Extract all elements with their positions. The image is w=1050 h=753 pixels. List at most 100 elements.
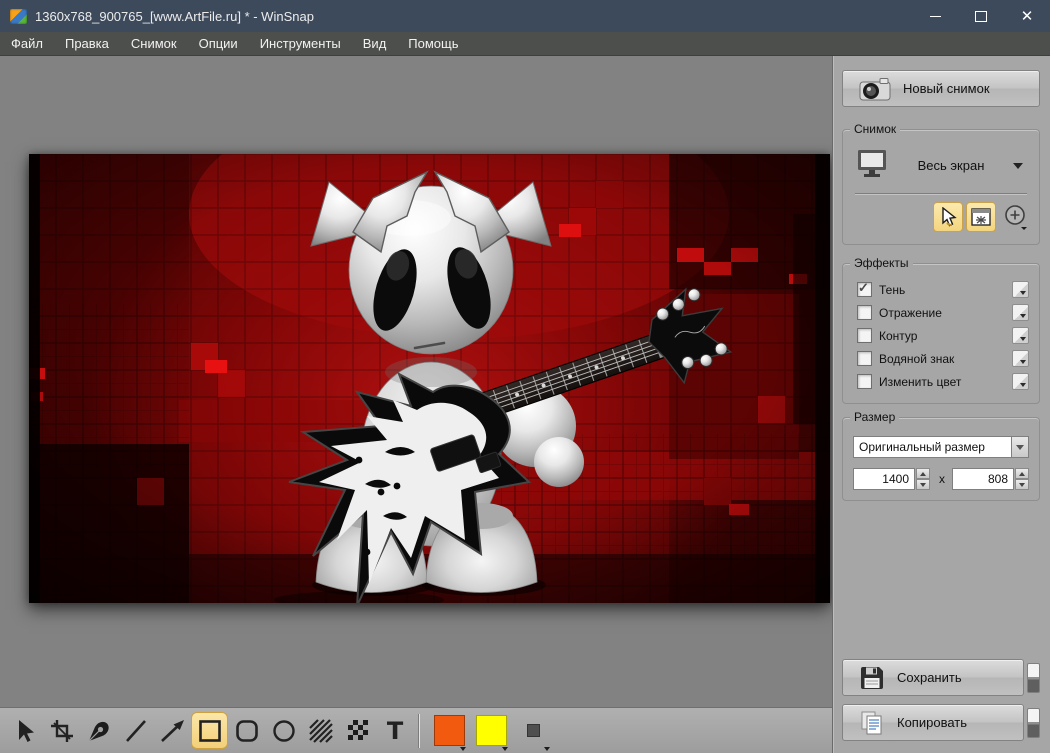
svg-text:T: T (386, 718, 403, 744)
minimize-button[interactable] (912, 0, 958, 32)
rounded-rectangle-tool[interactable] (228, 712, 265, 749)
arrow-icon (159, 718, 187, 744)
size-preset-value: Оригинальный размер (853, 436, 1012, 458)
new-snapshot-button[interactable]: Новый снимок (842, 70, 1040, 107)
shadow-checkbox[interactable] (857, 282, 872, 297)
height-stepper[interactable] (1015, 468, 1029, 490)
winsnap-window: 1360x768_900765_[www.ArtFile.ru] * - Win… (0, 0, 1050, 753)
window-icon (971, 208, 991, 226)
save-label: Сохранить (897, 670, 962, 685)
primary-color-picker[interactable] (431, 711, 467, 751)
menu-edit[interactable]: Правка (54, 34, 120, 53)
close-button[interactable]: ✕ (1004, 0, 1050, 32)
text-icon: T (382, 718, 408, 744)
menu-tools[interactable]: Инструменты (249, 34, 352, 53)
select-tool[interactable] (6, 712, 43, 749)
size-group: Размер Оригинальный размер x (842, 417, 1040, 501)
menu-view[interactable]: Вид (352, 34, 398, 53)
capture-cursor-toggle[interactable] (933, 202, 963, 232)
size-preset-dropdown-button[interactable] (1012, 436, 1029, 458)
menu-file[interactable]: Файл (0, 34, 54, 53)
hatch-tool[interactable] (302, 712, 339, 749)
ellipse-icon (271, 718, 297, 744)
width-stepper[interactable] (916, 468, 930, 490)
watermark-settings-button[interactable] (1012, 350, 1029, 367)
colorize-checkbox[interactable] (857, 374, 872, 389)
stroke-size-swatch (527, 724, 540, 737)
capture-mode-dropdown[interactable]: Весь экран (851, 144, 1031, 193)
pen-icon (86, 718, 112, 744)
maximize-button[interactable] (958, 0, 1004, 32)
secondary-color-swatch (476, 715, 507, 746)
effects-group: Эффекты Тень Отражение Контур (842, 263, 1040, 404)
effect-row-outline: Контур (851, 324, 1031, 347)
capture-zoom-button[interactable] (1003, 204, 1029, 230)
save-options-button[interactable] (1027, 663, 1040, 693)
size-preset-combo[interactable]: Оригинальный размер (853, 436, 1029, 458)
window-title: 1360x768_900765_[www.ArtFile.ru] * - Win… (35, 9, 912, 24)
minimize-icon (930, 16, 941, 17)
effect-row-colorize: Изменить цвет (851, 370, 1031, 393)
spin-up-icon (1019, 472, 1025, 476)
copy-options-button[interactable] (1027, 708, 1040, 738)
pen-tool[interactable] (80, 712, 117, 749)
height-input[interactable] (952, 468, 1014, 490)
stroke-size-picker[interactable] (515, 711, 551, 751)
work-area: T (0, 56, 833, 753)
colorize-settings-button[interactable] (1012, 373, 1029, 390)
capture-window-toggle[interactable] (966, 202, 996, 232)
drawing-toolbar: T (0, 707, 832, 753)
reflection-settings-button[interactable] (1012, 304, 1029, 321)
line-tool[interactable] (117, 712, 154, 749)
copy-icon (859, 710, 885, 736)
sidebar: Новый снимок Снимок Весь экран (833, 56, 1050, 753)
menu-help[interactable]: Помощь (397, 34, 469, 53)
watermark-checkbox[interactable] (857, 351, 872, 366)
app-icon (10, 9, 27, 24)
primary-color-dropdown-icon (460, 747, 466, 751)
crop-icon (49, 718, 75, 744)
primary-color-swatch (434, 715, 465, 746)
copy-button[interactable]: Копировать (842, 704, 1024, 741)
outline-settings-button[interactable] (1012, 327, 1029, 344)
text-tool[interactable]: T (376, 712, 413, 749)
pixelate-tool[interactable] (339, 712, 376, 749)
watermark-label: Водяной знак (879, 352, 1012, 366)
colorize-label: Изменить цвет (879, 375, 1012, 389)
monitor-icon (855, 148, 889, 183)
save-icon (859, 665, 885, 691)
spin-down-icon (1019, 483, 1025, 487)
artwork (29, 154, 830, 603)
effect-row-watermark: Водяной знак (851, 347, 1031, 370)
save-button[interactable]: Сохранить (842, 659, 1024, 696)
dimension-separator: x (930, 472, 952, 486)
effect-row-shadow: Тень (851, 278, 1031, 301)
chevron-down-icon (1013, 163, 1023, 169)
outline-checkbox[interactable] (857, 328, 872, 343)
shadow-settings-button[interactable] (1012, 281, 1029, 298)
title-bar: 1360x768_900765_[www.ArtFile.ru] * - Win… (0, 0, 1050, 32)
shadow-label: Тень (879, 283, 1012, 297)
spin-down-icon (920, 483, 926, 487)
new-snapshot-label: Новый снимок (903, 81, 990, 96)
crop-tool[interactable] (43, 712, 80, 749)
effects-group-title: Эффекты (850, 256, 913, 270)
rectangle-icon (197, 718, 223, 744)
arrow-tool[interactable] (154, 712, 191, 749)
hatch-icon (308, 718, 334, 744)
rounded-rectangle-icon (234, 718, 260, 744)
copy-label: Копировать (897, 715, 967, 730)
reflection-checkbox[interactable] (857, 305, 872, 320)
ellipse-tool[interactable] (265, 712, 302, 749)
width-input[interactable] (853, 468, 915, 490)
menu-options[interactable]: Опции (188, 34, 249, 53)
capture-mode-value: Весь экран (889, 158, 1013, 173)
size-group-title: Размер (850, 410, 899, 424)
spin-up-icon (920, 472, 926, 476)
menu-capture[interactable]: Снимок (120, 34, 188, 53)
secondary-color-picker[interactable] (473, 711, 509, 751)
rectangle-tool[interactable] (191, 712, 228, 749)
secondary-color-dropdown-icon (502, 747, 508, 751)
camera-icon (859, 77, 891, 101)
cursor-icon (939, 207, 957, 227)
